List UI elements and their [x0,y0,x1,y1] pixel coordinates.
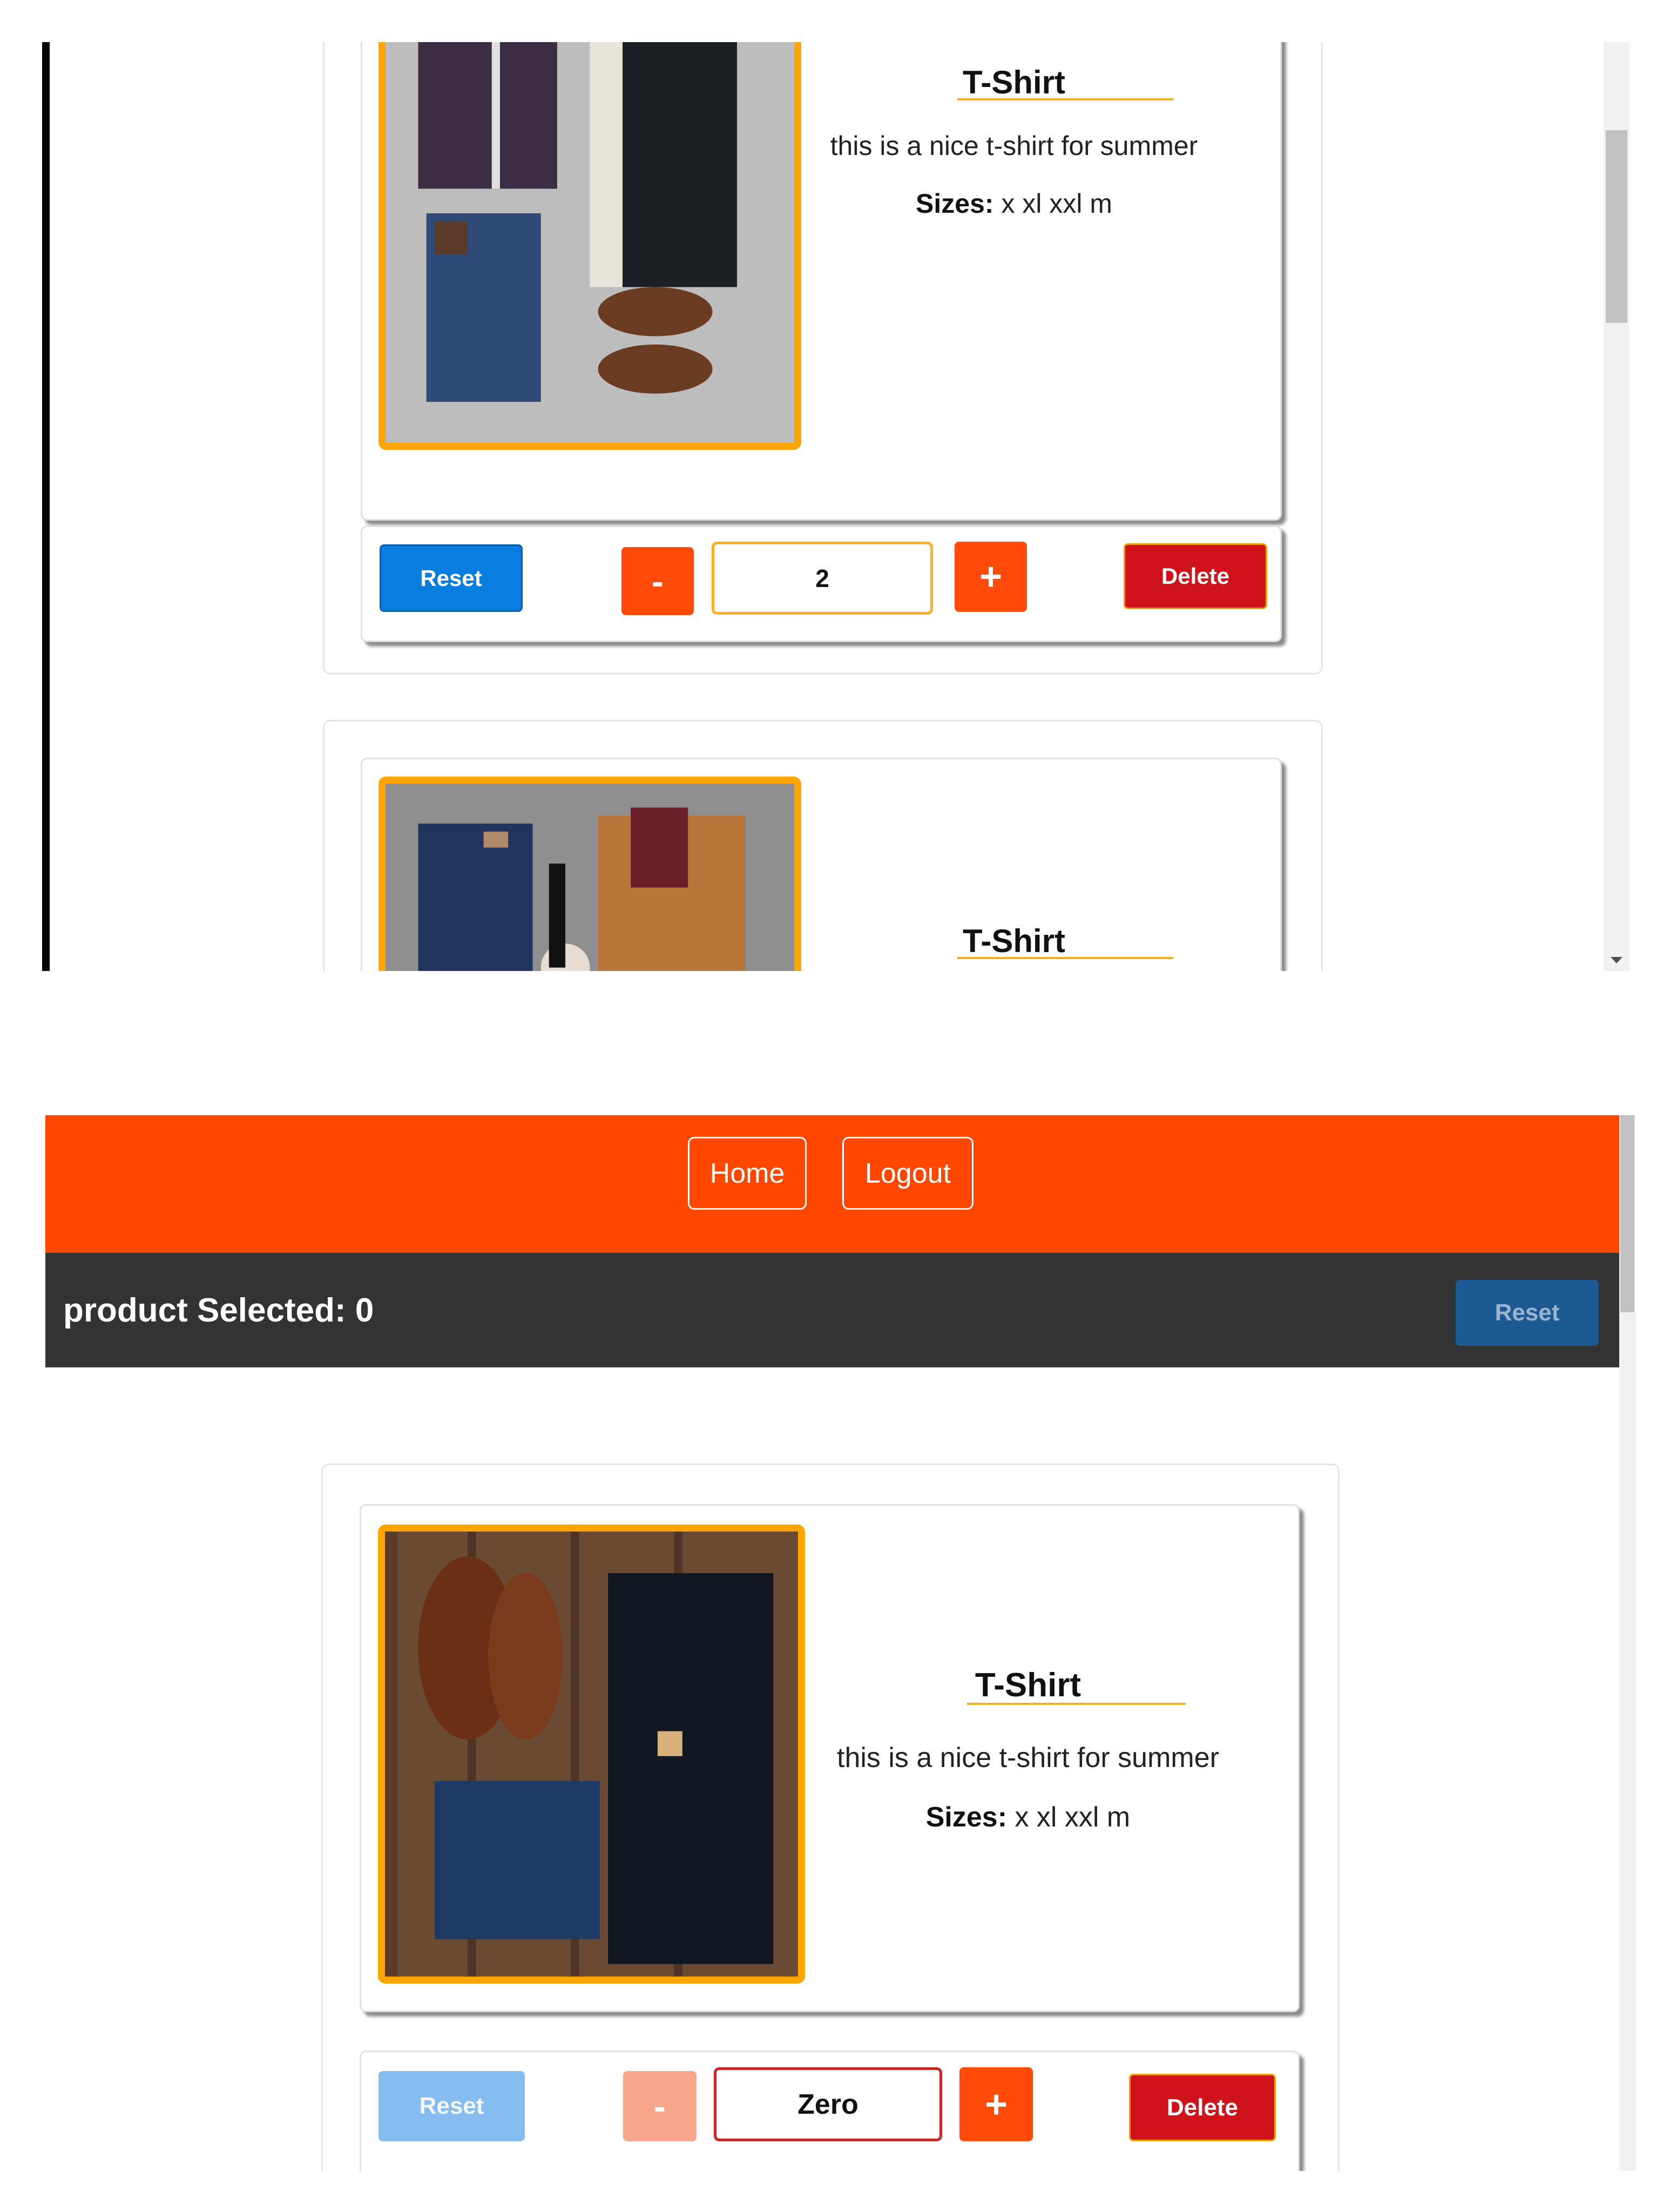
product-title: T-Shirt [963,923,1065,959]
screenshot-bottom: Home Logout product Selected: 0 Reset T-… [45,1115,1635,2171]
left-edge-bar [42,42,50,971]
quantity-field[interactable]: Zero [714,2067,942,2141]
home-button[interactable]: Home [688,1137,807,1210]
sizes-value: x xl xxl m [1001,188,1112,219]
selected-count-label: product Selected: 0 [63,1291,374,1329]
logout-button[interactable]: Logout [842,1137,973,1210]
product-title: T-Shirt [975,1667,1081,1704]
product-image [378,42,801,450]
title-underline [967,1703,1186,1705]
vertical-scrollbar[interactable] [1604,42,1629,971]
delete-button[interactable]: Delete [1129,2074,1276,2141]
vertical-scrollbar[interactable] [1619,1115,1635,2171]
reset-all-button[interactable]: Reset [1456,1280,1599,1346]
increment-button[interactable]: + [959,2067,1033,2141]
decrement-button[interactable]: - [621,547,694,615]
quantity-field[interactable]: 2 [712,542,933,615]
title-underline [957,957,1173,959]
reset-button[interactable]: Reset [380,544,523,612]
screenshot-top: T-Shirt this is a nice t-shirt for summe… [42,42,1629,971]
scrollbar-thumb[interactable] [1606,130,1627,323]
scroll-down-arrow-icon[interactable] [1611,957,1622,963]
product-sizes: Sizes: x xl xxl m [884,188,1144,219]
title-underline [957,98,1173,100]
scrollbar-thumb[interactable] [1620,1115,1634,1312]
reset-button[interactable]: Reset [378,2071,525,2141]
product-description: this is a nice t-shirt for summer [837,1742,1219,1773]
product-sizes: Sizes: x xl xxl m [893,1801,1163,1833]
product-title: T-Shirt [963,64,1065,100]
increment-button[interactable]: + [955,542,1027,612]
delete-button[interactable]: Delete [1124,543,1267,609]
sizes-label: Sizes: [925,1802,1007,1833]
sizes-value: x xl xxl m [1015,1802,1131,1833]
stage: T-Shirt this is a nice t-shirt for summe… [0,0,1677,2212]
selection-summary-bar: product Selected: 0 Reset [45,1253,1619,1367]
navbar: Home Logout [45,1115,1619,1253]
sizes-label: Sizes: [916,188,994,219]
product-image [378,777,801,971]
decrement-button[interactable]: - [623,2071,697,2141]
product-image [378,1525,805,1984]
product-description: this is a nice t-shirt for summer [830,131,1198,161]
